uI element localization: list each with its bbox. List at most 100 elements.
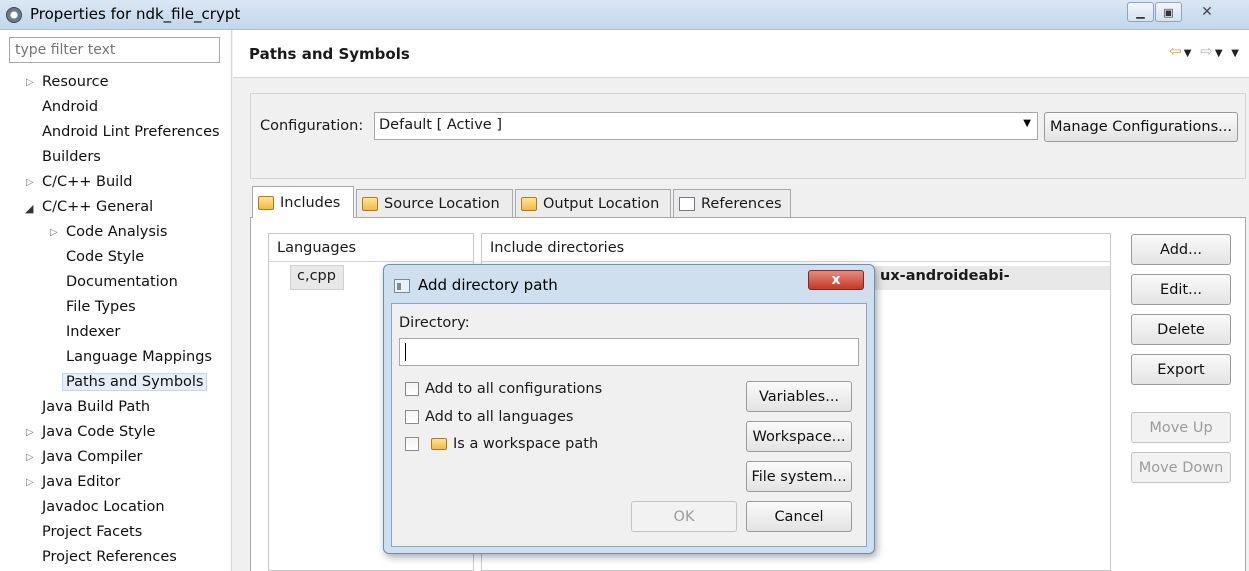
- tree-item-label: Java Code Style: [42, 424, 156, 440]
- include-directories-header: Include directories: [482, 234, 1110, 262]
- tree-item-label: Code Analysis: [66, 224, 168, 240]
- close-window-icon[interactable]: ✕: [1186, 2, 1228, 22]
- tree-item-java-editor[interactable]: Java Editor: [42, 474, 120, 490]
- file-system-button[interactable]: File system...: [746, 461, 852, 492]
- delete-button[interactable]: Delete: [1131, 314, 1231, 345]
- filter-input[interactable]: [9, 37, 220, 63]
- tab-label: Output Location: [543, 195, 660, 212]
- references-icon: [679, 196, 695, 211]
- app-icon: [6, 7, 22, 23]
- checkbox-box[interactable]: [405, 437, 419, 451]
- maximize-icon[interactable]: ▣: [1155, 2, 1182, 22]
- history-nav: ⇦▼ ⇨▼ ▼: [1169, 42, 1241, 60]
- tree-item-label: Code Style: [66, 249, 145, 265]
- tree-item-label: Javadoc Location: [42, 499, 165, 515]
- forward-dropdown-icon[interactable]: ▼: [1215, 48, 1225, 59]
- window-title: Properties for ndk_file_crypt: [30, 5, 241, 23]
- tab-label: Includes: [280, 194, 341, 211]
- tab-label: References: [701, 195, 782, 212]
- collapse-arrow-icon[interactable]: ◢: [25, 202, 33, 215]
- tree-item-cpp-general[interactable]: C/C++ General: [42, 199, 153, 215]
- expand-arrow-icon[interactable]: ▷: [26, 177, 34, 188]
- tree-item-java-build-path[interactable]: Java Build Path: [42, 399, 150, 415]
- tree-item-label: Project References: [42, 549, 177, 565]
- view-menu-icon[interactable]: ▼: [1231, 48, 1241, 59]
- tab-references[interactable]: References: [673, 189, 791, 217]
- languages-header: Languages: [269, 234, 473, 262]
- tree-item-java-compiler[interactable]: Java Compiler: [42, 449, 143, 465]
- tree-item-paths-symbols[interactable]: Paths and Symbols: [62, 373, 208, 391]
- tree-item-label: Resource: [42, 74, 109, 90]
- tree-item-label: Documentation: [66, 274, 178, 290]
- text-caret: [405, 343, 406, 361]
- tree-item-file-types[interactable]: File Types: [66, 299, 136, 315]
- back-dropdown-icon[interactable]: ▼: [1184, 48, 1194, 59]
- ok-button[interactable]: OK: [631, 501, 737, 532]
- tree-item-cpp-build[interactable]: C/C++ Build: [42, 174, 132, 190]
- dialog-close-button[interactable]: x: [808, 270, 864, 290]
- expand-arrow-icon[interactable]: ▷: [50, 227, 58, 238]
- forward-arrow-icon[interactable]: ⇨: [1200, 42, 1215, 60]
- tab-label: Source Location: [384, 195, 500, 212]
- tree-item-project-facets[interactable]: Project Facets: [42, 524, 142, 540]
- tree-item-label: Android Lint Preferences: [42, 124, 220, 140]
- tree-item-android-lint[interactable]: Android Lint Preferences: [42, 124, 220, 140]
- add-all-languages-checkbox[interactable]: Add to all languages: [405, 409, 573, 425]
- language-cell[interactable]: c,cpp: [290, 265, 344, 290]
- dialog-title: Add directory path: [418, 276, 558, 294]
- checkbox-label: Add to all languages: [425, 409, 574, 425]
- tree-item-documentation[interactable]: Documentation: [66, 274, 178, 290]
- directory-label: Directory:: [399, 315, 470, 331]
- tree-item-label: Java Editor: [42, 474, 121, 490]
- add-button[interactable]: Add...: [1131, 234, 1231, 265]
- expand-arrow-icon[interactable]: ▷: [26, 77, 34, 88]
- source-folder-icon: [362, 196, 378, 211]
- move-down-button[interactable]: Move Down: [1131, 452, 1231, 483]
- expand-arrow-icon[interactable]: ▷: [26, 452, 34, 463]
- checkbox-label: Is a workspace path: [453, 436, 599, 452]
- manage-configurations-button[interactable]: Manage Configurations...: [1044, 112, 1238, 142]
- checkbox-box[interactable]: [405, 382, 419, 396]
- workspace-path-checkbox[interactable]: Is a workspace path: [405, 436, 598, 452]
- directory-input[interactable]: [399, 338, 859, 366]
- expand-arrow-icon[interactable]: ▷: [26, 427, 34, 438]
- tree-item-code-style[interactable]: Code Style: [66, 249, 144, 265]
- add-all-configurations-checkbox[interactable]: Add to all configurations: [405, 381, 602, 397]
- include-path-text: ux-androideabi-: [880, 268, 1010, 284]
- tab-output-location[interactable]: Output Location: [515, 189, 671, 217]
- tree-item-java-code-style[interactable]: Java Code Style: [42, 424, 155, 440]
- page-header: Paths and Symbols ⇦▼ ⇨▼ ▼: [233, 30, 1249, 78]
- dialog-window-icon: [394, 279, 410, 293]
- edit-button[interactable]: Edit...: [1131, 274, 1231, 305]
- configuration-select[interactable]: Default [ Active ] ▼: [374, 112, 1038, 140]
- tree-item-builders[interactable]: Builders: [42, 149, 101, 165]
- tree-item-language-mappings[interactable]: Language Mappings: [66, 349, 212, 365]
- tree-item-label: Language Mappings: [66, 349, 212, 365]
- tree-item-code-analysis[interactable]: Code Analysis: [66, 224, 167, 240]
- workspace-button[interactable]: Workspace...: [746, 421, 852, 452]
- expand-arrow-icon[interactable]: ▷: [26, 477, 34, 488]
- configuration-label: Configuration:: [260, 118, 364, 134]
- tree-item-resource[interactable]: Resource: [42, 74, 109, 90]
- checkbox-box[interactable]: [405, 410, 419, 424]
- chevron-down-icon: ▼: [1023, 118, 1031, 129]
- tab-source-location[interactable]: Source Location: [356, 189, 513, 217]
- page-title: Paths and Symbols: [249, 45, 410, 63]
- export-button[interactable]: Export: [1131, 354, 1231, 385]
- tree-item-label: Paths and Symbols: [62, 373, 208, 391]
- minimize-icon[interactable]: ▁: [1127, 2, 1154, 22]
- window-titlebar: Properties for ndk_file_crypt ▁ ▣ ✕: [0, 0, 1249, 30]
- tab-includes[interactable]: Includes: [252, 186, 354, 218]
- tree-item-javadoc-location[interactable]: Javadoc Location: [42, 499, 165, 515]
- folder-icon: [431, 438, 447, 450]
- tree-item-project-references[interactable]: Project References: [42, 549, 177, 565]
- tree-item-label: Project Facets: [42, 524, 143, 540]
- variables-button[interactable]: Variables...: [746, 381, 852, 412]
- tree-item-indexer[interactable]: Indexer: [66, 324, 120, 340]
- tree-item-label: Builders: [42, 149, 101, 165]
- tree-item-android[interactable]: Android: [42, 99, 98, 115]
- move-up-button[interactable]: Move Up: [1131, 412, 1231, 443]
- cancel-button[interactable]: Cancel: [746, 501, 852, 532]
- back-arrow-icon[interactable]: ⇦: [1169, 42, 1184, 60]
- checkbox-label: Add to all configurations: [425, 381, 603, 397]
